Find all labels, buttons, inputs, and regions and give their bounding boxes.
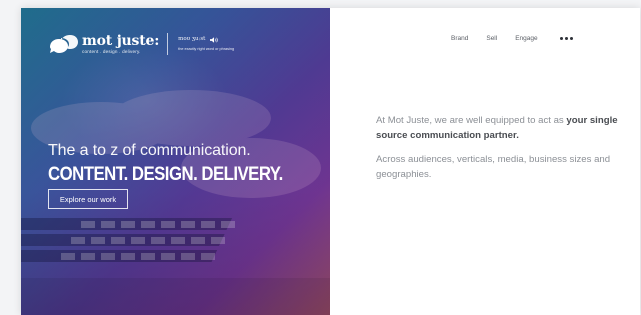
pronunciation-text: moʊ ʒuːst xyxy=(178,36,206,43)
speech-bubbles-logo-icon xyxy=(50,35,78,53)
nav-item-engage[interactable]: Engage xyxy=(515,35,537,42)
logo[interactable]: mot juste: content . design . delivery. … xyxy=(48,31,234,57)
intro-paragraph-2: Across audiences, verticals, media, busi… xyxy=(376,154,611,180)
logo-name: mot juste: xyxy=(82,32,160,49)
nav-item-sell[interactable]: Sell xyxy=(486,35,497,42)
more-dots-icon[interactable] xyxy=(559,37,573,40)
hero-title-line2: CONTENT. DESIGN. DELIVERY. xyxy=(48,163,283,185)
dot xyxy=(559,37,563,40)
page: mot juste: content . design . delivery. … xyxy=(21,8,640,315)
hero-section: mot juste: content . design . delivery. … xyxy=(21,8,330,315)
top-nav: Brand Sell Engage xyxy=(451,35,573,42)
dot xyxy=(569,37,573,40)
explore-work-button[interactable]: Explore our work xyxy=(48,189,128,209)
pronunciation: moʊ ʒuːst the exactly right word or phra… xyxy=(178,36,234,52)
intro-paragraph-1-text: At Mot Juste, we are well equipped to ac… xyxy=(376,115,567,126)
dot xyxy=(564,37,568,40)
logo-tagline: content . design . delivery. xyxy=(82,48,141,54)
hero-title: The a to z of communication. CONTENT. DE… xyxy=(48,142,321,186)
logo-divider xyxy=(167,33,169,55)
pronunciation-meaning: the exactly right word or phrasing xyxy=(178,47,235,52)
hero-title-line1: The a to z of communication. xyxy=(48,142,251,159)
intro-copy: At Mot Juste, we are well equipped to ac… xyxy=(376,114,621,182)
nav-item-brand[interactable]: Brand xyxy=(451,35,468,42)
intro-paragraph-1: At Mot Juste, we are well equipped to ac… xyxy=(376,114,621,143)
logo-wordmark: mot juste: content . design . delivery. xyxy=(82,34,159,55)
speaker-icon[interactable] xyxy=(210,36,219,44)
